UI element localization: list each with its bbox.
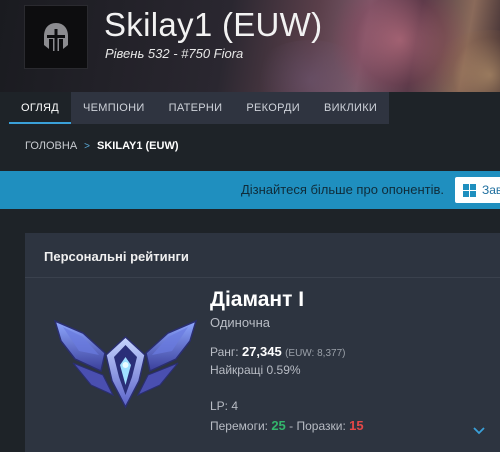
profile-tabs: ОГЛЯД ЧЕМПІОНИ ПАТЕРНИ РЕКОРДИ ВИКЛИКИ: [9, 92, 390, 124]
losses-label: Поразки:: [296, 419, 346, 433]
best-value: 0.59%: [266, 363, 301, 377]
losses-value: 15: [349, 418, 364, 433]
breadcrumb-home[interactable]: ГОЛОВНА: [25, 140, 77, 152]
personal-ratings-card: Персональні рейтинги Діамант I Одиночна: [25, 233, 500, 452]
tab-overview[interactable]: ОГЛЯД: [9, 92, 72, 124]
download-button[interactable]: Зав: [455, 177, 500, 203]
breadcrumb: ГОЛОВНА > SKILAY1 (EUW): [25, 140, 179, 152]
download-button-label: Зав: [482, 183, 500, 197]
wl-separator: -: [289, 419, 294, 433]
rank-label: Ранг:: [210, 345, 239, 359]
breadcrumb-separator: >: [84, 140, 91, 152]
tab-patterns[interactable]: ПАТЕРНИ: [157, 92, 235, 124]
win-loss: Перемоги: 25 - Поразки: 15: [210, 418, 364, 433]
promo-text: Дізнайтеся більше про опонентів.: [240, 182, 444, 197]
league-points: LP: 4: [210, 399, 238, 413]
lp-label: LP:: [210, 399, 229, 413]
queue-type: Одиночна: [210, 315, 270, 330]
rank-value: 27,345: [241, 344, 282, 359]
spartan-helmet-icon: [44, 23, 68, 51]
avatar: [24, 5, 88, 69]
promo-banner: Дізнайтеся більше про опонентів. Зав: [0, 171, 500, 209]
rank-region: (EUW: 8,377): [285, 348, 346, 359]
wins-label: Перемоги:: [210, 419, 268, 433]
top-percentile: Найкращі 0.59%: [210, 363, 301, 377]
ladder-rank: Ранг: 27,345 (EUW: 8,377): [210, 344, 345, 359]
divider: [25, 277, 500, 278]
lp-value: 4: [231, 399, 239, 413]
rank-tier: Діамант I: [210, 288, 305, 311]
chevron-down-icon[interactable]: [472, 426, 486, 436]
diamond-rank-emblem-icon: [53, 319, 198, 409]
best-label: Найкращі: [210, 363, 264, 377]
tab-champions[interactable]: ЧЕМПІОНИ: [71, 92, 157, 124]
summoner-name: Skilay1 (EUW): [104, 6, 323, 43]
card-title: Персональні рейтинги: [44, 249, 189, 264]
profile-header-banner: Skilay1 (EUW) Рівень 532 - #750 Fiora: [0, 0, 500, 92]
summoner-level: Рівень 532 - #750 Fiora: [105, 46, 244, 61]
tab-challenges[interactable]: ВИКЛИКИ: [312, 92, 389, 124]
wins-value: 25: [271, 418, 286, 433]
windows-logo-icon: [463, 183, 476, 197]
tab-records[interactable]: РЕКОРДИ: [234, 92, 312, 124]
breadcrumb-current: SKILAY1 (EUW): [97, 140, 179, 152]
